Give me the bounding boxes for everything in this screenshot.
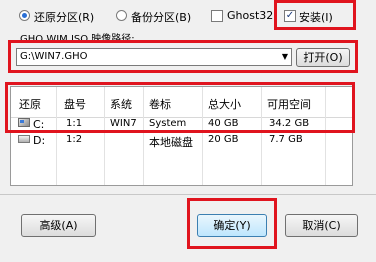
ok-button[interactable]: 确定(Y) (197, 214, 267, 237)
ghost32-checkbox[interactable] (211, 10, 223, 22)
open-button[interactable]: 打开(O) (296, 48, 350, 67)
row-disk-num: 1:2 (66, 134, 83, 145)
row-free: 7.7 GB (269, 134, 303, 145)
partition-highlight (5, 82, 355, 133)
restore-label[interactable]: 还原分区(R) (34, 9, 94, 25)
chevron-down-icon[interactable]: ▼ (282, 52, 288, 61)
install-checkbox[interactable]: ✓ (284, 10, 296, 22)
image-path-select[interactable]: G:\WIN7.GHO ▼ (16, 48, 292, 66)
table-row[interactable]: D: 1:2 本地磁盘 20 GB 7.7 GB (11, 133, 352, 149)
ghost32-label[interactable]: Ghost32 (227, 9, 273, 22)
row-drive: D: (33, 134, 46, 147)
row-label: 本地磁盘 (149, 136, 193, 149)
advanced-button[interactable]: 高级(A) (21, 214, 96, 237)
divider (0, 194, 376, 195)
restore-radio[interactable] (19, 10, 30, 21)
install-label[interactable]: 安装(I) (299, 9, 333, 25)
row-total: 20 GB (208, 134, 239, 145)
drive-icon (18, 135, 30, 143)
backup-radio[interactable] (116, 10, 127, 21)
backup-label[interactable]: 备份分区(B) (131, 9, 191, 25)
cancel-button[interactable]: 取消(C) (285, 214, 358, 237)
image-path-value: G:\WIN7.GHO (20, 51, 88, 62)
